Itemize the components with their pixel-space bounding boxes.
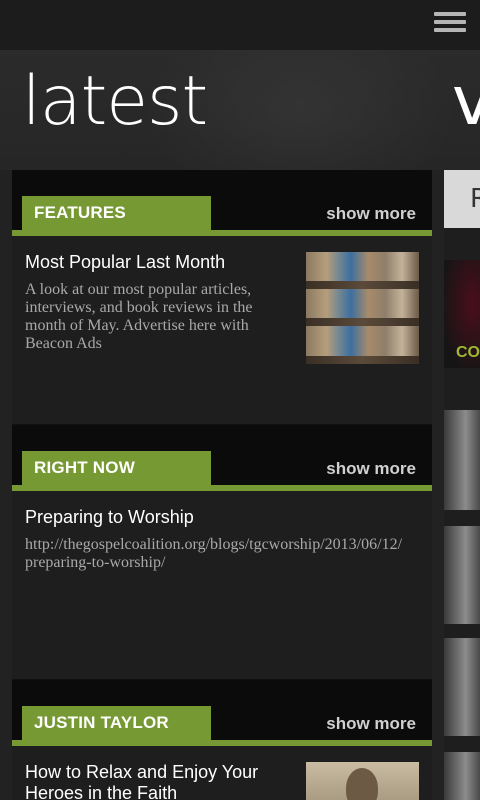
section-tag[interactable]: RIGHT NOW: [22, 451, 211, 485]
show-more-link[interactable]: show more: [326, 459, 416, 479]
section-divider: [12, 740, 432, 746]
pivot-header: latest v: [0, 50, 480, 170]
article-thumbnail[interactable]: [306, 762, 419, 800]
show-more-link[interactable]: show more: [326, 204, 416, 224]
article-title[interactable]: How to Relax and Enjoy Your Heroes in th…: [25, 762, 287, 800]
article-description: A look at our most popular articles, int…: [25, 281, 253, 352]
article-title[interactable]: Most Popular Last Month: [25, 252, 225, 273]
show-more-link[interactable]: show more: [326, 714, 416, 734]
app-bar: [0, 0, 480, 50]
article-title[interactable]: Preparing to Worship: [25, 507, 194, 528]
next-pivot-tile[interactable]: [444, 410, 480, 510]
latest-column: FEATURES show more Most Popular Last Mon…: [12, 170, 432, 800]
section-features: FEATURES show more Most Popular Last Mon…: [12, 170, 432, 425]
next-pivot-button[interactable]: R: [444, 170, 480, 228]
section-divider: [12, 485, 432, 491]
section-divider: [12, 230, 432, 236]
section-tag[interactable]: JUSTIN TAYLOR: [22, 706, 211, 740]
next-pivot-tile[interactable]: [444, 526, 480, 624]
next-pivot-tile[interactable]: [444, 638, 480, 736]
next-pivot-title[interactable]: v: [452, 62, 480, 142]
section-tag[interactable]: FEATURES: [22, 196, 211, 230]
next-pivot-tile[interactable]: [444, 752, 480, 800]
tile-caption: CO: [456, 344, 480, 361]
section-justin-taylor: JUSTIN TAYLOR show more How to Relax and…: [12, 680, 432, 800]
article-thumbnail[interactable]: [306, 252, 419, 364]
article-description: http://thegospelcoalition.org/blogs/tgcw…: [25, 536, 403, 571]
next-pivot-tile[interactable]: CO: [444, 260, 480, 368]
section-right-now: RIGHT NOW show more Preparing to Worship…: [12, 425, 432, 680]
page-title[interactable]: latest: [22, 62, 208, 142]
hamburger-menu-icon[interactable]: [434, 12, 466, 36]
